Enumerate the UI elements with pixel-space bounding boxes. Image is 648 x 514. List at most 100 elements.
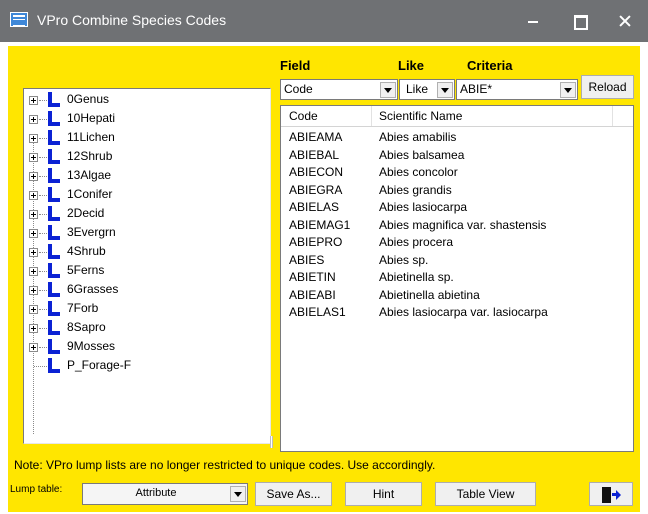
tree-item-label: 7Forb	[67, 301, 99, 315]
expand-plus-icon[interactable]	[29, 267, 38, 276]
tree-item-label: 5Ferns	[67, 263, 105, 277]
tree-item-label: 0Genus	[67, 92, 110, 106]
maximize-button[interactable]	[556, 0, 602, 42]
list-item[interactable]: ABIEGRA Abies grandis	[281, 182, 633, 199]
list-item[interactable]: ABIEABI Abietinella abietina	[281, 287, 633, 304]
exit-button[interactable]	[589, 482, 633, 506]
tree-item[interactable]: 3Evergrn	[24, 224, 270, 242]
tree-item[interactable]: P_Forage-F	[24, 357, 270, 375]
chevron-down-icon[interactable]	[380, 82, 396, 98]
tree-item[interactable]: 2Decid	[24, 205, 270, 223]
field-select[interactable]: Code	[280, 79, 398, 100]
code-cell: ABIEPRO	[289, 235, 343, 249]
list-item[interactable]: ABIETIN Abietinella sp.	[281, 269, 633, 286]
tree-item[interactable]: 4Shrub	[24, 243, 270, 261]
tree-connector	[39, 347, 47, 348]
field-select-value: Code	[284, 82, 313, 96]
hint-button[interactable]: Hint	[345, 482, 422, 506]
save-as-button[interactable]: Save As...	[255, 482, 332, 506]
code-cell: ABIEMAG1	[289, 217, 351, 232]
minimize-button[interactable]	[510, 0, 556, 42]
lump-list-icon	[47, 282, 60, 297]
tree-item[interactable]: 8Sapro	[24, 319, 270, 337]
tree-item[interactable]: 10Hepati	[24, 110, 270, 128]
lump-table-select[interactable]: Attribute	[82, 483, 248, 505]
scientific-name-cell: Abietinella abietina	[379, 287, 480, 302]
results-list[interactable]: Code Scientific Name ABIEAMA Abies amabil…	[280, 105, 634, 452]
tree-item[interactable]: 6Grasses	[24, 281, 270, 299]
code-cell: ABIELAS1	[289, 305, 346, 319]
expand-plus-icon[interactable]	[29, 286, 38, 295]
tree-connector	[39, 328, 47, 329]
tree-connector	[39, 309, 47, 310]
lump-tree[interactable]: 0Genus 10Hepati 11Lichen 12Shrub 13Algae 1Con…	[23, 88, 271, 444]
expand-plus-icon[interactable]	[29, 343, 38, 352]
list-item[interactable]: ABIEMAG1 Abies magnifica var. shastensis	[281, 217, 633, 234]
tree-item-label: 6Grasses	[67, 282, 119, 296]
list-item[interactable]: ABIES Abies sp.	[281, 252, 633, 269]
tree-item[interactable]: 11Lichen	[24, 129, 270, 147]
title-bar[interactable]: VPro Combine Species Codes	[0, 0, 648, 42]
code-cell: ABIECON	[289, 165, 344, 179]
tree-scrollbar[interactable]	[270, 436, 273, 448]
expand-plus-icon[interactable]	[29, 248, 38, 257]
tree-item[interactable]: 9Mosses	[24, 338, 270, 356]
lump-list-icon	[47, 92, 60, 107]
tree-item-label: 1Conifer	[67, 187, 113, 201]
lump-list-icon	[47, 111, 60, 126]
scientific-name-cell: Abies concolor	[379, 165, 458, 179]
tree-item[interactable]: 5Ferns	[24, 262, 270, 280]
expand-plus-icon[interactable]	[29, 172, 38, 181]
list-item[interactable]: ABIEBAL Abies balsamea	[281, 147, 633, 164]
code-cell: ABIETIN	[289, 270, 336, 284]
table-view-button[interactable]: Table View	[435, 482, 536, 506]
footer-note: Note: VPro lump lists are no longer rest…	[14, 458, 436, 472]
code-cell: ABIEAMA	[289, 130, 343, 144]
expand-plus-icon[interactable]	[29, 305, 38, 314]
column-divider[interactable]	[371, 106, 372, 126]
tree-item[interactable]: 13Algae	[24, 167, 270, 185]
like-select-value: Like	[406, 82, 429, 96]
chevron-down-icon[interactable]	[230, 486, 246, 502]
code-cell: ABIELAS	[289, 200, 340, 214]
form-body: 0Genus 10Hepati 11Lichen 12Shrub 13Algae 1Con…	[8, 46, 640, 512]
expand-plus-icon[interactable]	[29, 115, 38, 124]
chevron-down-icon[interactable]	[437, 82, 453, 98]
close-button[interactable]	[602, 0, 648, 42]
column-scientific-name-header[interactable]: Scientific Name	[379, 109, 462, 123]
expand-plus-icon[interactable]	[29, 134, 38, 143]
tree-item[interactable]: 12Shrub	[24, 148, 270, 166]
expand-plus-icon[interactable]	[29, 210, 38, 219]
lump-list-icon	[47, 320, 60, 335]
tree-item[interactable]: 0Genus	[24, 91, 270, 109]
list-item[interactable]: ABIECON Abies concolor	[281, 164, 633, 181]
scientific-name-cell: Abies magnifica var. shastensis	[379, 217, 547, 232]
tree-connector	[39, 195, 47, 196]
like-select[interactable]: Like	[399, 79, 455, 100]
expand-plus-icon[interactable]	[29, 191, 38, 200]
lump-list-icon	[47, 263, 60, 278]
criteria-combo[interactable]: ABIE*	[456, 79, 578, 100]
scientific-name-cell: Abies lasiocarpa	[379, 200, 468, 214]
list-item[interactable]: ABIEAMA Abies amabilis	[281, 129, 633, 146]
expand-plus-icon[interactable]	[29, 324, 38, 333]
list-item[interactable]: ABIEPRO Abies procera	[281, 234, 633, 251]
tree-item-label: 3Evergrn	[67, 225, 116, 239]
list-item[interactable]: ABIELAS Abies lasiocarpa	[281, 199, 633, 216]
list-item[interactable]: ABIELAS1 Abies lasiocarpa var. lasiocarpa	[281, 304, 633, 321]
expand-plus-icon[interactable]	[29, 229, 38, 238]
tree-connector	[39, 176, 47, 177]
tree-item-label: 8Sapro	[67, 320, 106, 334]
chevron-down-icon[interactable]	[560, 82, 576, 98]
tree-connector	[39, 252, 47, 253]
scientific-name-cell: Abies grandis	[379, 182, 452, 197]
expand-plus-icon[interactable]	[29, 153, 38, 162]
tree-item[interactable]: 1Conifer	[24, 186, 270, 204]
code-cell: ABIEBAL	[289, 147, 340, 162]
expand-plus-icon[interactable]	[29, 96, 38, 105]
reload-button[interactable]: Reload	[581, 75, 634, 99]
column-divider[interactable]	[612, 106, 613, 126]
column-code-header[interactable]: Code	[289, 109, 318, 123]
tree-connector	[39, 100, 47, 101]
tree-item[interactable]: 7Forb	[24, 300, 270, 318]
